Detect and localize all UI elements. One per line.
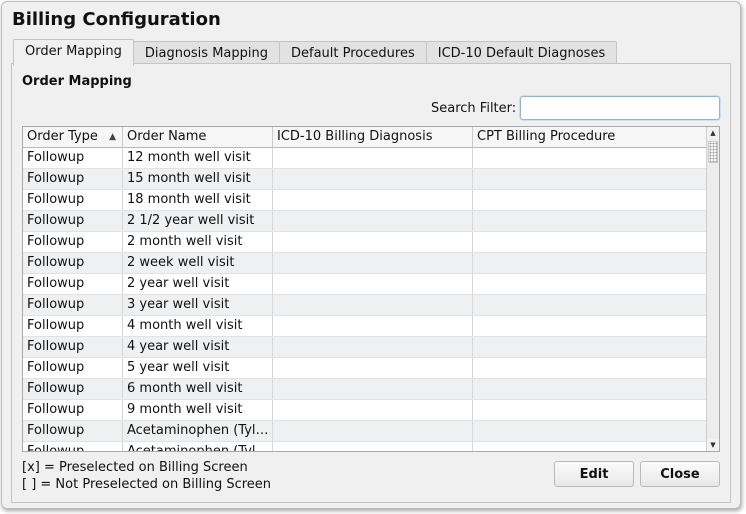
search-filter-label: Search Filter: bbox=[431, 101, 517, 116]
cell-icd10-diagnosis bbox=[273, 358, 473, 378]
cell-order-name: 3 year well visit bbox=[123, 295, 273, 315]
cell-icd10-diagnosis bbox=[273, 253, 473, 273]
section-heading: Order Mapping bbox=[22, 74, 132, 89]
cell-order-type: Followup bbox=[23, 316, 123, 336]
cell-icd10-diagnosis bbox=[273, 190, 473, 210]
cell-icd10-diagnosis bbox=[273, 148, 473, 168]
table-row[interactable]: Followup 15 month well visit bbox=[23, 169, 707, 190]
cell-icd10-diagnosis bbox=[273, 232, 473, 252]
legend-not-preselected: [ ] = Not Preselected on Billing Screen bbox=[22, 477, 272, 492]
cell-order-type: Followup bbox=[23, 379, 123, 399]
cell-order-type: Followup bbox=[23, 295, 123, 315]
table-row[interactable]: Followup Acetaminophen (Tyle... bbox=[23, 442, 707, 451]
column-header-label: Order Type bbox=[27, 129, 98, 144]
cell-order-name: 4 month well visit bbox=[123, 316, 273, 336]
preselection-legend: [x] = Preselected on Billing Screen [ ] … bbox=[22, 459, 271, 493]
cell-order-type: Followup bbox=[23, 421, 123, 441]
cell-cpt-procedure bbox=[473, 442, 707, 451]
cell-icd10-diagnosis bbox=[273, 442, 473, 451]
column-header-icd10-billing-diagnosis[interactable]: ICD-10 Billing Diagnosis bbox=[273, 127, 473, 148]
cell-cpt-procedure bbox=[473, 169, 707, 189]
tab-order-mapping[interactable]: Order Mapping bbox=[13, 39, 134, 66]
table-row[interactable]: Followup 6 month well visit bbox=[23, 379, 707, 400]
table-row[interactable]: Followup 3 year well visit bbox=[23, 295, 707, 316]
cell-order-type: Followup bbox=[23, 442, 123, 451]
cell-cpt-procedure bbox=[473, 358, 707, 378]
cell-icd10-diagnosis bbox=[273, 421, 473, 441]
table-row[interactable]: Followup 2 1/2 year well visit bbox=[23, 211, 707, 232]
table-vertical-scrollbar[interactable]: ▲ ▼ bbox=[706, 127, 719, 451]
close-button[interactable]: Close bbox=[640, 461, 720, 487]
cell-cpt-procedure bbox=[473, 337, 707, 357]
cell-order-name: 2 1/2 year well visit bbox=[123, 211, 273, 231]
cell-order-type: Followup bbox=[23, 274, 123, 294]
table-row[interactable]: Followup 2 week well visit bbox=[23, 253, 707, 274]
cell-order-type: Followup bbox=[23, 253, 123, 273]
cell-order-name: 2 year well visit bbox=[123, 274, 273, 294]
cell-order-type: Followup bbox=[23, 190, 123, 210]
edit-button[interactable]: Edit bbox=[554, 461, 634, 487]
cell-cpt-procedure bbox=[473, 232, 707, 252]
cell-order-type: Followup bbox=[23, 211, 123, 231]
scroll-up-icon[interactable]: ▲ bbox=[707, 127, 719, 139]
cell-order-type: Followup bbox=[23, 232, 123, 252]
scroll-thumb[interactable] bbox=[708, 141, 718, 163]
cell-order-name: Acetaminophen (Tyle... bbox=[123, 421, 273, 441]
cell-icd10-diagnosis bbox=[273, 274, 473, 294]
cell-icd10-diagnosis bbox=[273, 337, 473, 357]
cell-order-name: 2 week well visit bbox=[123, 253, 273, 273]
table-row[interactable]: Followup 9 month well visit bbox=[23, 400, 707, 421]
table-header: Order Type ▲ Order Name ICD-10 Billing D… bbox=[23, 127, 707, 148]
cell-order-name: 6 month well visit bbox=[123, 379, 273, 399]
cell-cpt-procedure bbox=[473, 421, 707, 441]
cell-order-name: 4 year well visit bbox=[123, 337, 273, 357]
cell-icd10-diagnosis bbox=[273, 295, 473, 315]
cell-order-type: Followup bbox=[23, 358, 123, 378]
cell-order-type: Followup bbox=[23, 337, 123, 357]
cell-order-name: Acetaminophen (Tyle... bbox=[123, 442, 273, 451]
window-title: Billing Configuration bbox=[12, 9, 221, 30]
column-header-order-type[interactable]: Order Type ▲ bbox=[23, 127, 123, 148]
search-filter-input[interactable] bbox=[520, 96, 720, 120]
cell-icd10-diagnosis bbox=[273, 169, 473, 189]
cell-icd10-diagnosis bbox=[273, 211, 473, 231]
cell-cpt-procedure bbox=[473, 211, 707, 231]
sort-ascending-icon: ▲ bbox=[109, 132, 116, 142]
cell-icd10-diagnosis bbox=[273, 379, 473, 399]
cell-order-name: 18 month well visit bbox=[123, 190, 273, 210]
cell-cpt-procedure bbox=[473, 379, 707, 399]
cell-cpt-procedure bbox=[473, 295, 707, 315]
legend-preselected: [x] = Preselected on Billing Screen bbox=[22, 460, 248, 475]
cell-order-name: 15 month well visit bbox=[123, 169, 273, 189]
table-row[interactable]: Followup 4 year well visit bbox=[23, 337, 707, 358]
cell-cpt-procedure bbox=[473, 253, 707, 273]
table-row[interactable]: Followup Acetaminophen (Tyle... bbox=[23, 421, 707, 442]
cell-order-name: 5 year well visit bbox=[123, 358, 273, 378]
scroll-down-icon[interactable]: ▼ bbox=[707, 439, 719, 451]
cell-cpt-procedure bbox=[473, 274, 707, 294]
cell-order-name: 9 month well visit bbox=[123, 400, 273, 420]
cell-order-name: 12 month well visit bbox=[123, 148, 273, 168]
table-row[interactable]: Followup 2 month well visit bbox=[23, 232, 707, 253]
table-row[interactable]: Followup 2 year well visit bbox=[23, 274, 707, 295]
cell-order-type: Followup bbox=[23, 400, 123, 420]
table-row[interactable]: Followup 5 year well visit bbox=[23, 358, 707, 379]
cell-icd10-diagnosis bbox=[273, 316, 473, 336]
cell-order-type: Followup bbox=[23, 169, 123, 189]
table-row[interactable]: Followup 18 month well visit bbox=[23, 190, 707, 211]
cell-order-name: 2 month well visit bbox=[123, 232, 273, 252]
column-header-order-name[interactable]: Order Name bbox=[123, 127, 273, 148]
cell-icd10-diagnosis bbox=[273, 400, 473, 420]
column-header-cpt-billing-procedure[interactable]: CPT Billing Procedure bbox=[473, 127, 707, 148]
cell-cpt-procedure bbox=[473, 148, 707, 168]
cell-cpt-procedure bbox=[473, 190, 707, 210]
cell-cpt-procedure bbox=[473, 316, 707, 336]
table-row[interactable]: Followup 12 month well visit bbox=[23, 148, 707, 169]
order-mapping-table: Order Type ▲ Order Name ICD-10 Billing D… bbox=[22, 126, 720, 452]
table-row[interactable]: Followup 4 month well visit bbox=[23, 316, 707, 337]
cell-cpt-procedure bbox=[473, 400, 707, 420]
cell-order-type: Followup bbox=[23, 148, 123, 168]
table-body: Followup 12 month well visit Followup 15… bbox=[23, 148, 707, 451]
